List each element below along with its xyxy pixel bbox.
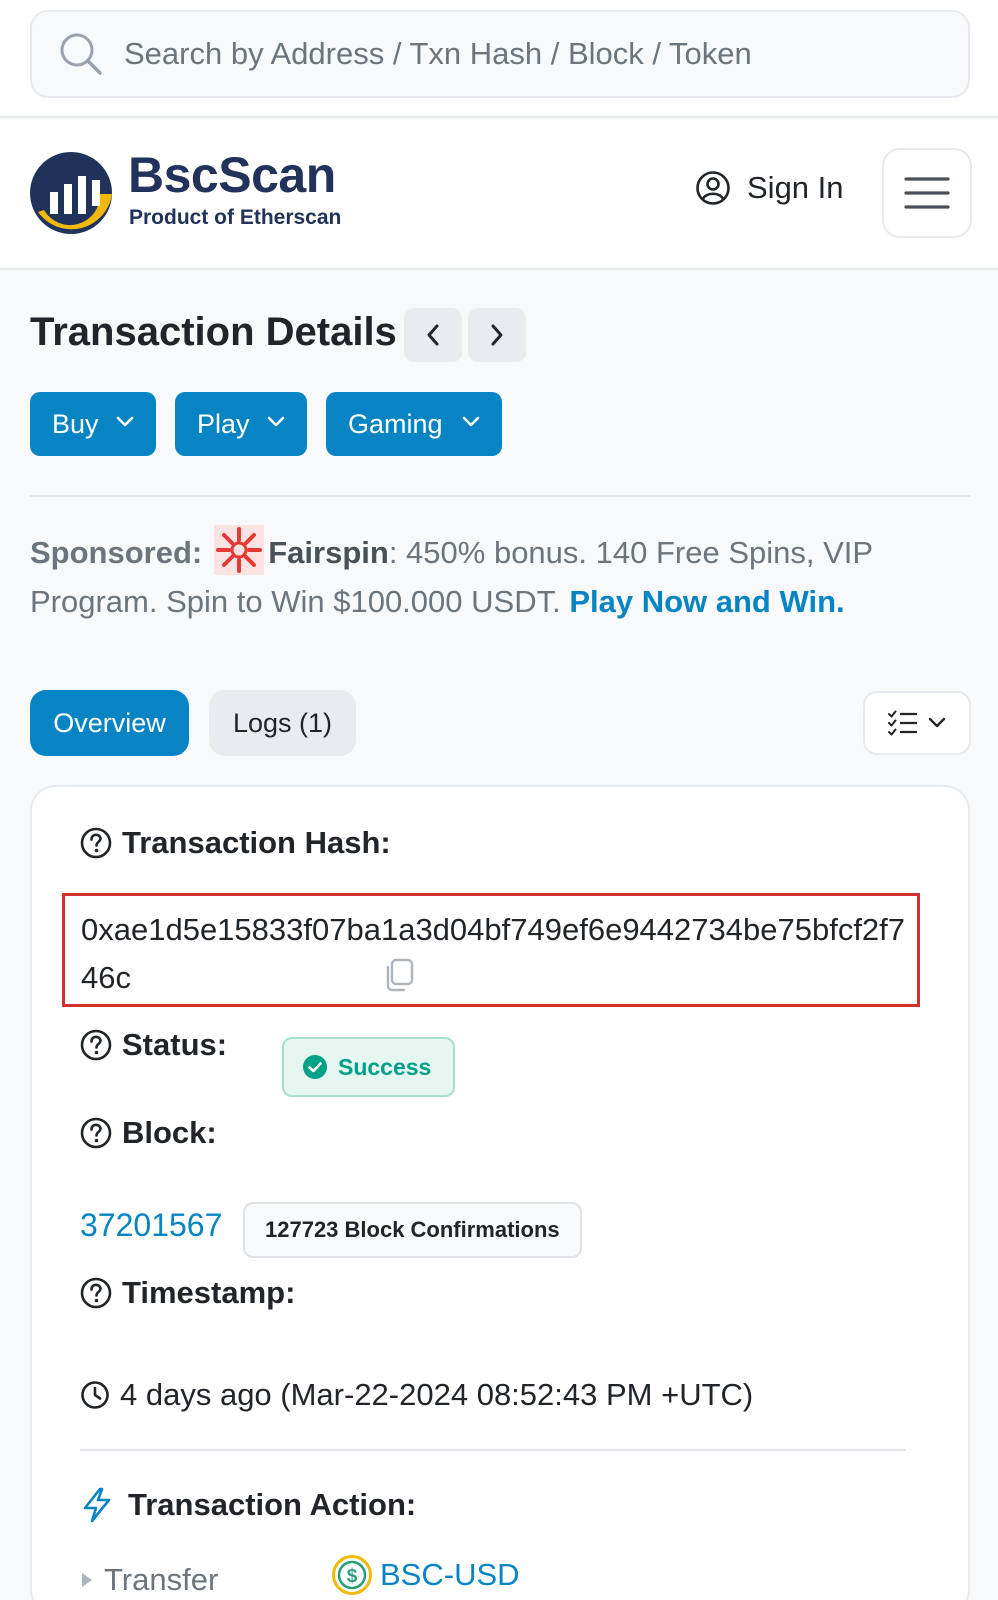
tab-logs[interactable]: Logs (1) xyxy=(209,690,356,756)
search-input[interactable] xyxy=(124,36,784,72)
card-divider xyxy=(80,1449,906,1451)
status-value: Success xyxy=(338,1053,432,1080)
sign-in-label: Sign In xyxy=(747,170,844,205)
question-circle-icon[interactable] xyxy=(80,1117,112,1149)
hash-highlight-box: 0xae1d5e15833f07ba1a3d04bf749ef6e9442734… xyxy=(62,893,920,1007)
previous-transaction-button[interactable] xyxy=(404,308,462,362)
fairspin-logo[interactable] xyxy=(214,525,265,575)
play-label: Play xyxy=(197,408,250,439)
gaming-label: Gaming xyxy=(348,408,443,439)
timestamp-row: 4 days ago (Mar-22-2024 08:52:43 PM +UTC… xyxy=(80,1377,753,1413)
svg-text:$: $ xyxy=(347,1566,358,1587)
brand-name[interactable]: BscScan xyxy=(128,146,336,204)
transaction-action-title: Transaction Action: xyxy=(80,1487,416,1523)
gaming-dropdown-button[interactable]: Gaming xyxy=(326,392,502,456)
brand-subtitle: Product of Etherscan xyxy=(129,206,342,229)
sponsor-link[interactable]: Play Now and Win. xyxy=(569,584,844,619)
sponsor-brand[interactable]: Fairspin xyxy=(268,535,389,570)
menu-button[interactable] xyxy=(882,148,972,238)
chevron-down-icon xyxy=(116,416,134,427)
navbar: BscScan Product of Etherscan Sign In xyxy=(0,120,998,270)
token-name: BSC-USD xyxy=(380,1557,520,1592)
bscscan-logo[interactable] xyxy=(28,150,114,236)
buy-label: Buy xyxy=(52,408,99,439)
question-circle-icon[interactable] xyxy=(80,1029,112,1061)
block-number-link[interactable]: 37201567 xyxy=(80,1207,222,1244)
chevron-right-icon xyxy=(491,324,503,346)
chevron-down-icon xyxy=(462,416,480,427)
transaction-action-label: Transaction Action: xyxy=(128,1487,417,1522)
hash-label-row: Transaction Hash: xyxy=(80,825,391,861)
play-dropdown-button[interactable]: Play xyxy=(175,392,307,456)
transfer-label: Transfer xyxy=(104,1562,219,1597)
transaction-hash-value[interactable]: 0xae1d5e15833f07ba1a3d04bf749ef6e9442734… xyxy=(81,906,911,1002)
sign-in-link[interactable]: Sign In xyxy=(695,170,844,206)
question-circle-icon[interactable] xyxy=(80,827,112,859)
timestamp-value: 4 days ago (Mar-22-2024 08:52:43 PM +UTC… xyxy=(120,1377,754,1412)
chevron-down-icon xyxy=(928,717,946,728)
top-search-area xyxy=(0,0,998,118)
view-options-button[interactable] xyxy=(863,691,971,755)
transaction-details-card: Transaction Hash: 0xae1d5e15833f07ba1a3d… xyxy=(30,785,970,1600)
transfer-row[interactable]: Transfer xyxy=(80,1562,218,1598)
check-circle-icon xyxy=(303,1055,327,1079)
token-link[interactable]: $ BSC-USD xyxy=(332,1555,520,1595)
sponsored-banner: Sponsored: Fairspin: 450% bonus. 140 Fre… xyxy=(30,525,960,626)
hash-label: Transaction Hash: xyxy=(122,825,391,860)
next-transaction-button[interactable] xyxy=(468,308,526,362)
question-circle-icon[interactable] xyxy=(80,1277,112,1309)
caret-right-icon xyxy=(82,1573,92,1587)
timestamp-label: Timestamp: xyxy=(122,1275,296,1310)
list-view-icon xyxy=(888,710,917,736)
block-label: Block: xyxy=(122,1115,217,1150)
lightning-icon xyxy=(83,1487,111,1523)
chevron-left-icon xyxy=(427,324,439,346)
sponsored-label: Sponsored: xyxy=(30,535,203,570)
search-box[interactable] xyxy=(30,10,970,98)
coin-icon: $ xyxy=(332,1555,372,1595)
status-badge: Success xyxy=(282,1037,456,1097)
clock-icon xyxy=(81,1381,109,1409)
user-circle-icon xyxy=(696,171,730,205)
status-label: Status: xyxy=(122,1027,228,1062)
tab-overview[interactable]: Overview xyxy=(30,690,189,756)
block-label-row: Block: xyxy=(80,1115,217,1151)
hamburger-menu-icon xyxy=(904,177,950,209)
page-title: Transaction Details xyxy=(30,310,397,354)
search-icon xyxy=(60,33,102,75)
chevron-down-icon xyxy=(267,416,285,427)
buy-dropdown-button[interactable]: Buy xyxy=(30,392,156,456)
section-divider xyxy=(30,495,970,497)
status-label-row: Status: xyxy=(80,1027,227,1063)
copy-icon[interactable] xyxy=(383,958,415,992)
block-confirmations-badge: 127723 Block Confirmations xyxy=(243,1202,582,1258)
timestamp-label-row: Timestamp: xyxy=(80,1275,295,1311)
